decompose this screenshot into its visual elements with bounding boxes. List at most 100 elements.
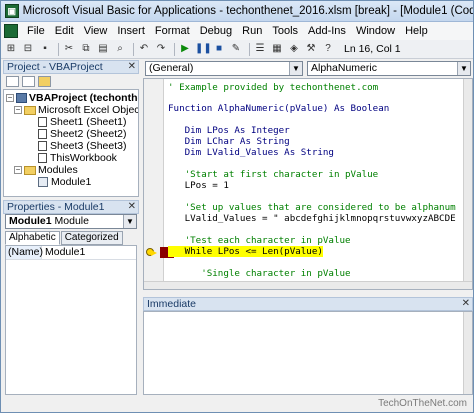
menu-window[interactable]: Window [351, 25, 400, 37]
toggle-folders-icon[interactable] [38, 76, 51, 87]
menu-add-ins[interactable]: Add-Ins [303, 25, 351, 37]
code-line: 'Single character in pValue [168, 268, 351, 279]
tab-categorized[interactable]: Categorized [60, 231, 123, 245]
immediate-vertical-scrollbar[interactable] [463, 312, 472, 394]
code-vertical-scrollbar[interactable] [463, 79, 472, 289]
menu-edit[interactable]: Edit [50, 25, 79, 37]
paste-icon[interactable]: ▤ [96, 42, 110, 56]
collapse-icon[interactable]: − [14, 106, 22, 114]
tree-label-thisworkbook: ThisWorkbook [50, 152, 117, 164]
standard-toolbar: ⊞ ⊟ ▪ ✂ ⧉ ▤ ⌕ ↶ ↷ ▶ ❚❚ ■ ✎ ☰ ▦ ◈ ⚒ ? Ln … [1, 40, 473, 59]
toolbar-separator [58, 42, 59, 56]
menu-view[interactable]: View [79, 25, 113, 37]
menu-tools[interactable]: Tools [267, 25, 303, 37]
run-icon[interactable]: ▶ [178, 42, 192, 56]
code-editor[interactable]: ' Example provided by techonthenet.com F… [143, 78, 473, 290]
chevron-down-icon[interactable]: ▼ [123, 215, 136, 228]
toolbox-icon[interactable]: ⚒ [304, 42, 318, 56]
menu-help[interactable]: Help [400, 25, 433, 37]
tree-node-sheet3[interactable]: Sheet3 (Sheet3) [38, 140, 126, 152]
vba-menu-icon[interactable] [4, 24, 18, 38]
save-icon[interactable]: ▪ [38, 42, 52, 56]
design-icon[interactable]: ✎ [229, 42, 243, 56]
title-bar: ▣ Microsoft Visual Basic for Application… [1, 1, 473, 22]
menu-insert[interactable]: Insert [112, 25, 150, 37]
menu-debug[interactable]: Debug [195, 25, 237, 37]
properties-object-select[interactable]: Module1 Module ▼ [5, 214, 137, 229]
toolbar-separator [133, 42, 134, 56]
help-icon[interactable]: ? [321, 42, 335, 56]
toolbar-separator [249, 42, 250, 56]
object-dropdown[interactable]: (General) ▼ [145, 61, 303, 76]
code-line: 'Start at first character in pValue [168, 169, 379, 180]
tree-node-excel-objects[interactable]: − Microsoft Excel Objects [14, 104, 139, 116]
sheet-icon [38, 129, 47, 139]
tree-label-excel-objects: Microsoft Excel Objects [38, 104, 139, 116]
view-excel-icon[interactable]: ⊞ [4, 42, 18, 56]
tree-label-sheet3: Sheet3 (Sheet3) [50, 140, 127, 152]
close-icon[interactable]: ✕ [462, 298, 470, 310]
properties-object-type: Module [54, 215, 89, 227]
menu-bar: File Edit View Insert Format Debug Run T… [1, 22, 473, 40]
watermark: TechOnTheNet.com [378, 398, 467, 409]
project-panel-header: Project - VBAProject ✕ [3, 60, 139, 74]
reset-icon[interactable]: ■ [212, 42, 226, 56]
code-line: 'Set up values that are considered to be… [168, 202, 456, 213]
cursor-position-label: Ln 16, Col 1 [344, 43, 401, 55]
vba-app-icon: ▣ [5, 4, 19, 18]
code-line: Function AlphaNumeric(pValue) As Boolean [168, 103, 390, 114]
menu-format[interactable]: Format [150, 25, 195, 37]
tree-node-sheet2[interactable]: Sheet2 (Sheet2) [38, 128, 126, 140]
tree-node-thisworkbook[interactable]: ThisWorkbook [38, 152, 117, 164]
collapse-icon[interactable]: − [14, 166, 22, 174]
code-line: 'Test each character in pValue [168, 235, 351, 246]
copy-icon[interactable]: ⧉ [79, 42, 93, 56]
object-browser-icon[interactable]: ◈ [287, 42, 301, 56]
tab-alphabetic[interactable]: Alphabetic [5, 231, 60, 245]
project-panel-title: Project - VBAProject [7, 61, 103, 73]
find-icon[interactable]: ⌕ [113, 42, 127, 56]
code-lines: ' Example provided by techonthenet.com F… [168, 79, 466, 289]
menu-file[interactable]: File [22, 25, 50, 37]
properties-icon[interactable]: ▦ [270, 42, 284, 56]
insert-icon[interactable]: ⊟ [21, 42, 35, 56]
tree-node-module1[interactable]: Module1 [38, 176, 91, 188]
code-horizontal-scrollbar[interactable] [144, 281, 472, 289]
code-line: Dim LValid_Values As String [168, 147, 334, 158]
immediate-window[interactable] [143, 311, 473, 395]
close-icon[interactable]: ✕ [128, 61, 136, 73]
property-value[interactable]: Module1 [42, 246, 85, 259]
menu-run[interactable]: Run [237, 25, 267, 37]
tree-label-sheet2: Sheet2 (Sheet2) [50, 128, 127, 140]
chevron-down-icon[interactable]: ▼ [289, 62, 302, 75]
code-combo-bar: (General) ▼ AlphaNumeric ▼ [143, 60, 473, 78]
view-object-icon[interactable] [22, 76, 35, 87]
undo-icon[interactable]: ↶ [137, 42, 151, 56]
sheet-icon [38, 117, 47, 127]
project-explorer-icon[interactable]: ☰ [253, 42, 267, 56]
tree-label-module1: Module1 [51, 176, 92, 188]
cut-icon[interactable]: ✂ [62, 42, 76, 56]
procedure-dropdown[interactable]: AlphaNumeric ▼ [307, 61, 471, 76]
code-line: Dim LPos As Integer [168, 125, 290, 136]
collapse-icon[interactable]: − [6, 94, 14, 102]
window-title: Microsoft Visual Basic for Applications … [22, 5, 473, 17]
chevron-down-icon[interactable]: ▼ [457, 62, 470, 75]
break-icon[interactable]: ❚❚ [195, 42, 212, 56]
tree-node-project[interactable]: − VBAProject (techonthenet [6, 92, 138, 104]
tree-node-sheet1[interactable]: Sheet1 (Sheet1) [38, 116, 126, 128]
properties-tabs: Alphabetic Categorized [5, 231, 137, 245]
property-row[interactable]: (Name) Module1 [6, 246, 136, 260]
view-code-icon[interactable] [6, 76, 19, 87]
redo-icon[interactable]: ↷ [154, 42, 168, 56]
procedure-dropdown-value: AlphaNumeric [311, 62, 377, 74]
tree-label-modules: Modules [38, 164, 78, 176]
toolbar-separator [174, 42, 175, 56]
execution-point-marker [146, 247, 160, 258]
tree-node-modules[interactable]: − Modules [14, 164, 78, 176]
code-line: LValid_Values = " abcdefghijklmnopqrstuv… [168, 213, 456, 224]
project-panel-toolbar [3, 74, 139, 89]
sheet-icon [38, 141, 47, 151]
object-dropdown-value: (General) [149, 62, 194, 74]
close-icon[interactable]: ✕ [128, 201, 136, 213]
